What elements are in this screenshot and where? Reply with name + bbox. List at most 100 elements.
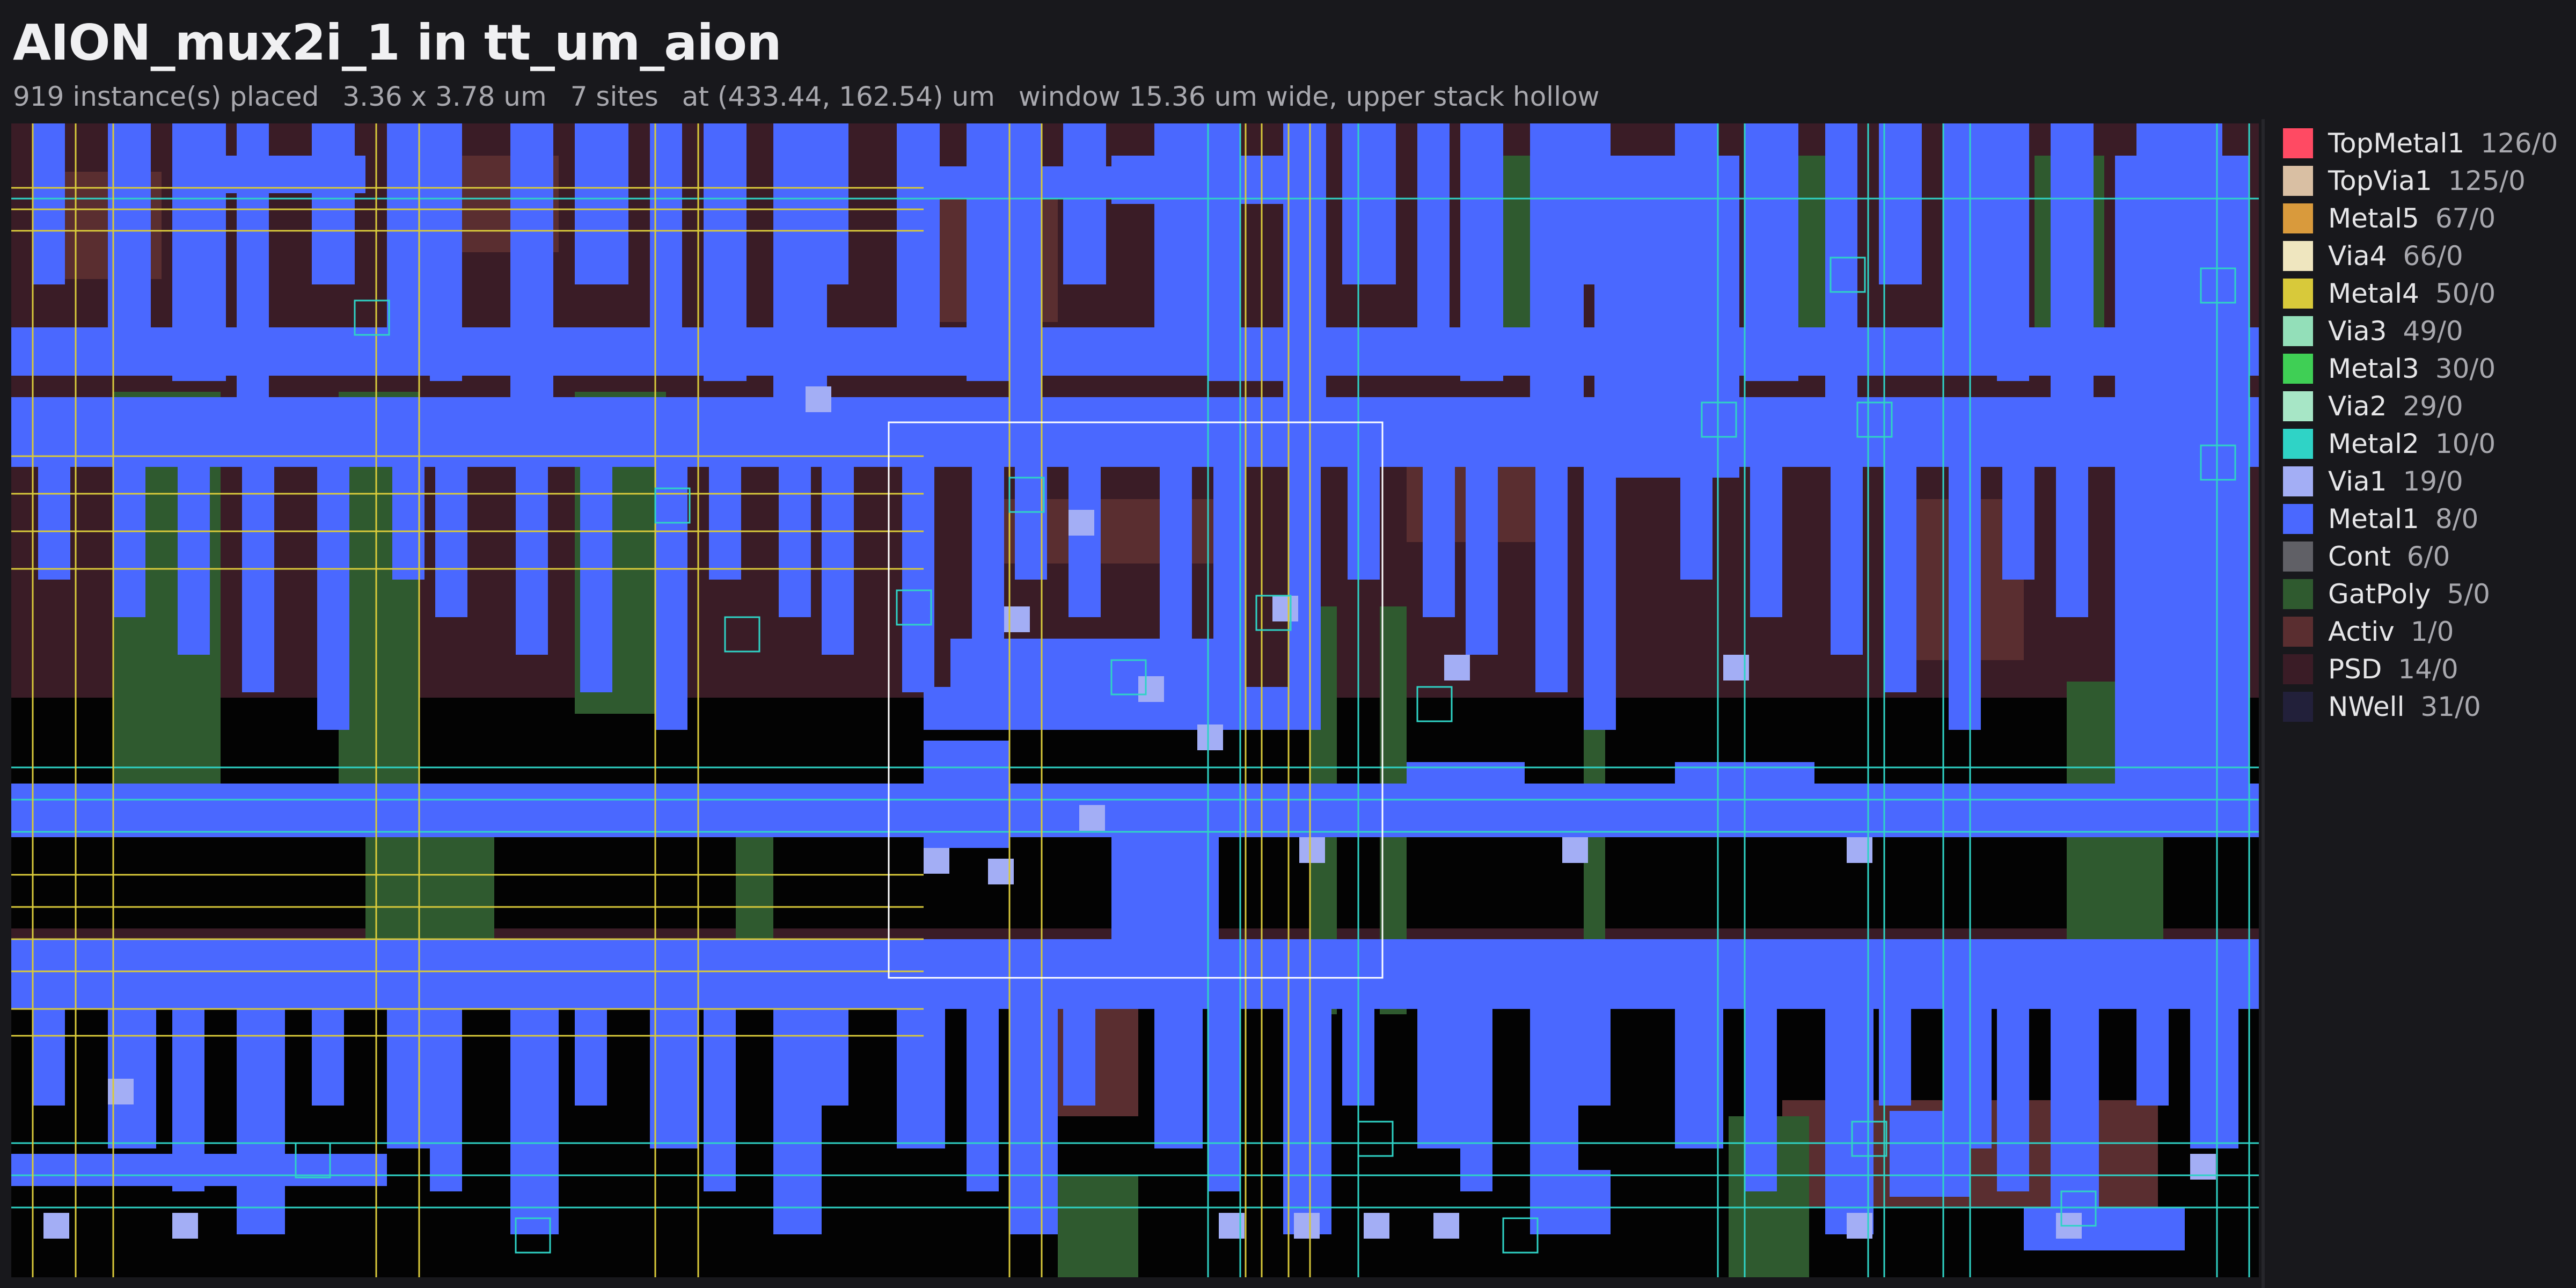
layer-count: 6/0 <box>2406 541 2450 572</box>
metal1-stub <box>2190 1009 2238 1148</box>
layer-name: PSD <box>2328 654 2382 685</box>
metal1-stub <box>33 123 65 284</box>
layer-name: Via2 <box>2328 391 2387 422</box>
legend-row[interactable]: Activ 1/0 <box>2283 613 2573 650</box>
layer-swatch <box>2283 128 2313 158</box>
metal1-stub <box>1417 1009 1466 1148</box>
metal1-stub <box>1530 123 1584 429</box>
layer-name: Cont <box>2328 541 2391 572</box>
layout-canvas[interactable] <box>11 123 2259 1277</box>
legend-row[interactable]: Metal1 8/0 <box>2283 500 2573 538</box>
via1-square <box>1197 724 1223 750</box>
metal1-stub <box>1208 1009 1240 1191</box>
via1-square <box>1004 606 1030 632</box>
metal1-stub <box>1460 123 1503 381</box>
layer-name: Via4 <box>2328 240 2387 272</box>
layer-count: 126/0 <box>2480 128 2558 159</box>
legend-row[interactable]: Metal5 67/0 <box>2283 200 2573 237</box>
layer-count: 125/0 <box>2448 165 2526 196</box>
metal1-stub <box>704 123 747 381</box>
metal1-stub <box>237 1009 285 1234</box>
metal1-stub <box>709 445 741 580</box>
metal1-stub <box>33 1009 65 1106</box>
layer-name: Metal1 <box>2328 503 2419 535</box>
legend-row[interactable]: Via2 29/0 <box>2283 387 2573 425</box>
metal1-stub <box>1745 1009 1777 1191</box>
layer-swatch <box>2283 241 2313 271</box>
metal1-shape <box>1111 821 1219 945</box>
legend-row[interactable]: Via1 19/0 <box>2283 463 2573 500</box>
legend-row[interactable]: TopMetal1 126/0 <box>2283 125 2573 162</box>
metal1-stub <box>1154 1009 1203 1148</box>
legend-row[interactable]: GatPoly 5/0 <box>2283 575 2573 613</box>
metal1-stub <box>178 445 210 655</box>
via1-square <box>1272 596 1298 621</box>
layer-swatch <box>2283 429 2313 459</box>
layer-count: 49/0 <box>2403 316 2463 347</box>
layer-name: Metal4 <box>2328 278 2419 309</box>
via1-square <box>43 1213 69 1239</box>
via1-square <box>1444 655 1470 680</box>
metal1-stub <box>1289 445 1321 730</box>
via1-square <box>806 386 831 412</box>
header: AION_mux2i_1 in tt_um_aion 919 instance(… <box>13 11 2267 113</box>
layer-count: 31/0 <box>2420 691 2481 722</box>
metal1-stub <box>2002 445 2035 580</box>
layer-name: Metal3 <box>2328 353 2419 384</box>
metal1-stub <box>1342 123 1396 284</box>
via1-square <box>924 848 949 874</box>
layer-swatch <box>2283 316 2313 346</box>
metal1-stub <box>108 123 151 333</box>
page-title: AION_mux2i_1 in tt_um_aion <box>13 14 782 71</box>
via1-square <box>108 1079 134 1104</box>
legend-row[interactable]: Cont 6/0 <box>2283 538 2573 575</box>
site-count: 7 sites <box>570 81 658 112</box>
via1-square <box>1069 510 1094 536</box>
legend-row[interactable]: NWell 31/0 <box>2283 688 2573 726</box>
metal1-stub <box>1063 123 1106 284</box>
metal1-stub <box>1997 123 2029 381</box>
via1-square <box>1138 676 1164 702</box>
legend-row[interactable]: Via3 49/0 <box>2283 312 2573 350</box>
layer-swatch <box>2283 279 2313 309</box>
metal1-stub <box>1675 1009 1723 1148</box>
metal1-stub <box>773 1009 822 1234</box>
layer-name: Activ <box>2328 616 2395 647</box>
metal1-stub <box>38 445 70 580</box>
metal1-stub <box>516 445 548 655</box>
metal1-stub <box>430 123 462 381</box>
metal1-stub <box>816 123 848 284</box>
layout-drawing <box>11 123 2259 1277</box>
metal1-stub <box>1535 445 1568 692</box>
layer-swatch <box>2283 654 2313 684</box>
layer-name: GatPoly <box>2328 579 2431 610</box>
legend-row[interactable]: Metal3 30/0 <box>2283 350 2573 387</box>
layer-name: TopVia1 <box>2328 165 2432 196</box>
metal1-stub <box>897 123 940 333</box>
legend-row[interactable]: Metal2 10/0 <box>2283 425 2573 463</box>
layer-name: Via1 <box>2328 466 2387 497</box>
metal1-stub <box>2051 1009 2099 1234</box>
metal1-stub <box>1154 123 1208 333</box>
panel-divider[interactable] <box>2262 119 2265 1288</box>
layer-name: Via3 <box>2328 316 2387 347</box>
legend-row[interactable]: Via4 66/0 <box>2283 237 2573 275</box>
layer-swatch <box>2283 504 2313 534</box>
legend-row[interactable]: TopVia1 125/0 <box>2283 162 2573 200</box>
metal1-stub <box>387 1009 435 1148</box>
metal1-stub <box>1423 445 1455 617</box>
metal1-stub <box>1063 1009 1095 1106</box>
layer-name: NWell <box>2328 691 2405 722</box>
layer-swatch <box>2283 203 2313 233</box>
gate-poly <box>1058 1175 1138 1277</box>
cell-size: 3.36 x 3.78 um <box>342 81 547 112</box>
layer-count: 67/0 <box>2435 203 2496 234</box>
legend-row[interactable]: PSD 14/0 <box>2283 650 2573 688</box>
metal1-stub <box>822 445 854 655</box>
legend-row[interactable]: Metal4 50/0 <box>2283 275 2573 312</box>
metal1-stub <box>816 1009 848 1106</box>
metal1-stub <box>312 123 355 284</box>
via1-square <box>1364 1213 1389 1239</box>
metal1-stub <box>1283 1009 1331 1234</box>
layer-name: TopMetal1 <box>2328 128 2465 159</box>
